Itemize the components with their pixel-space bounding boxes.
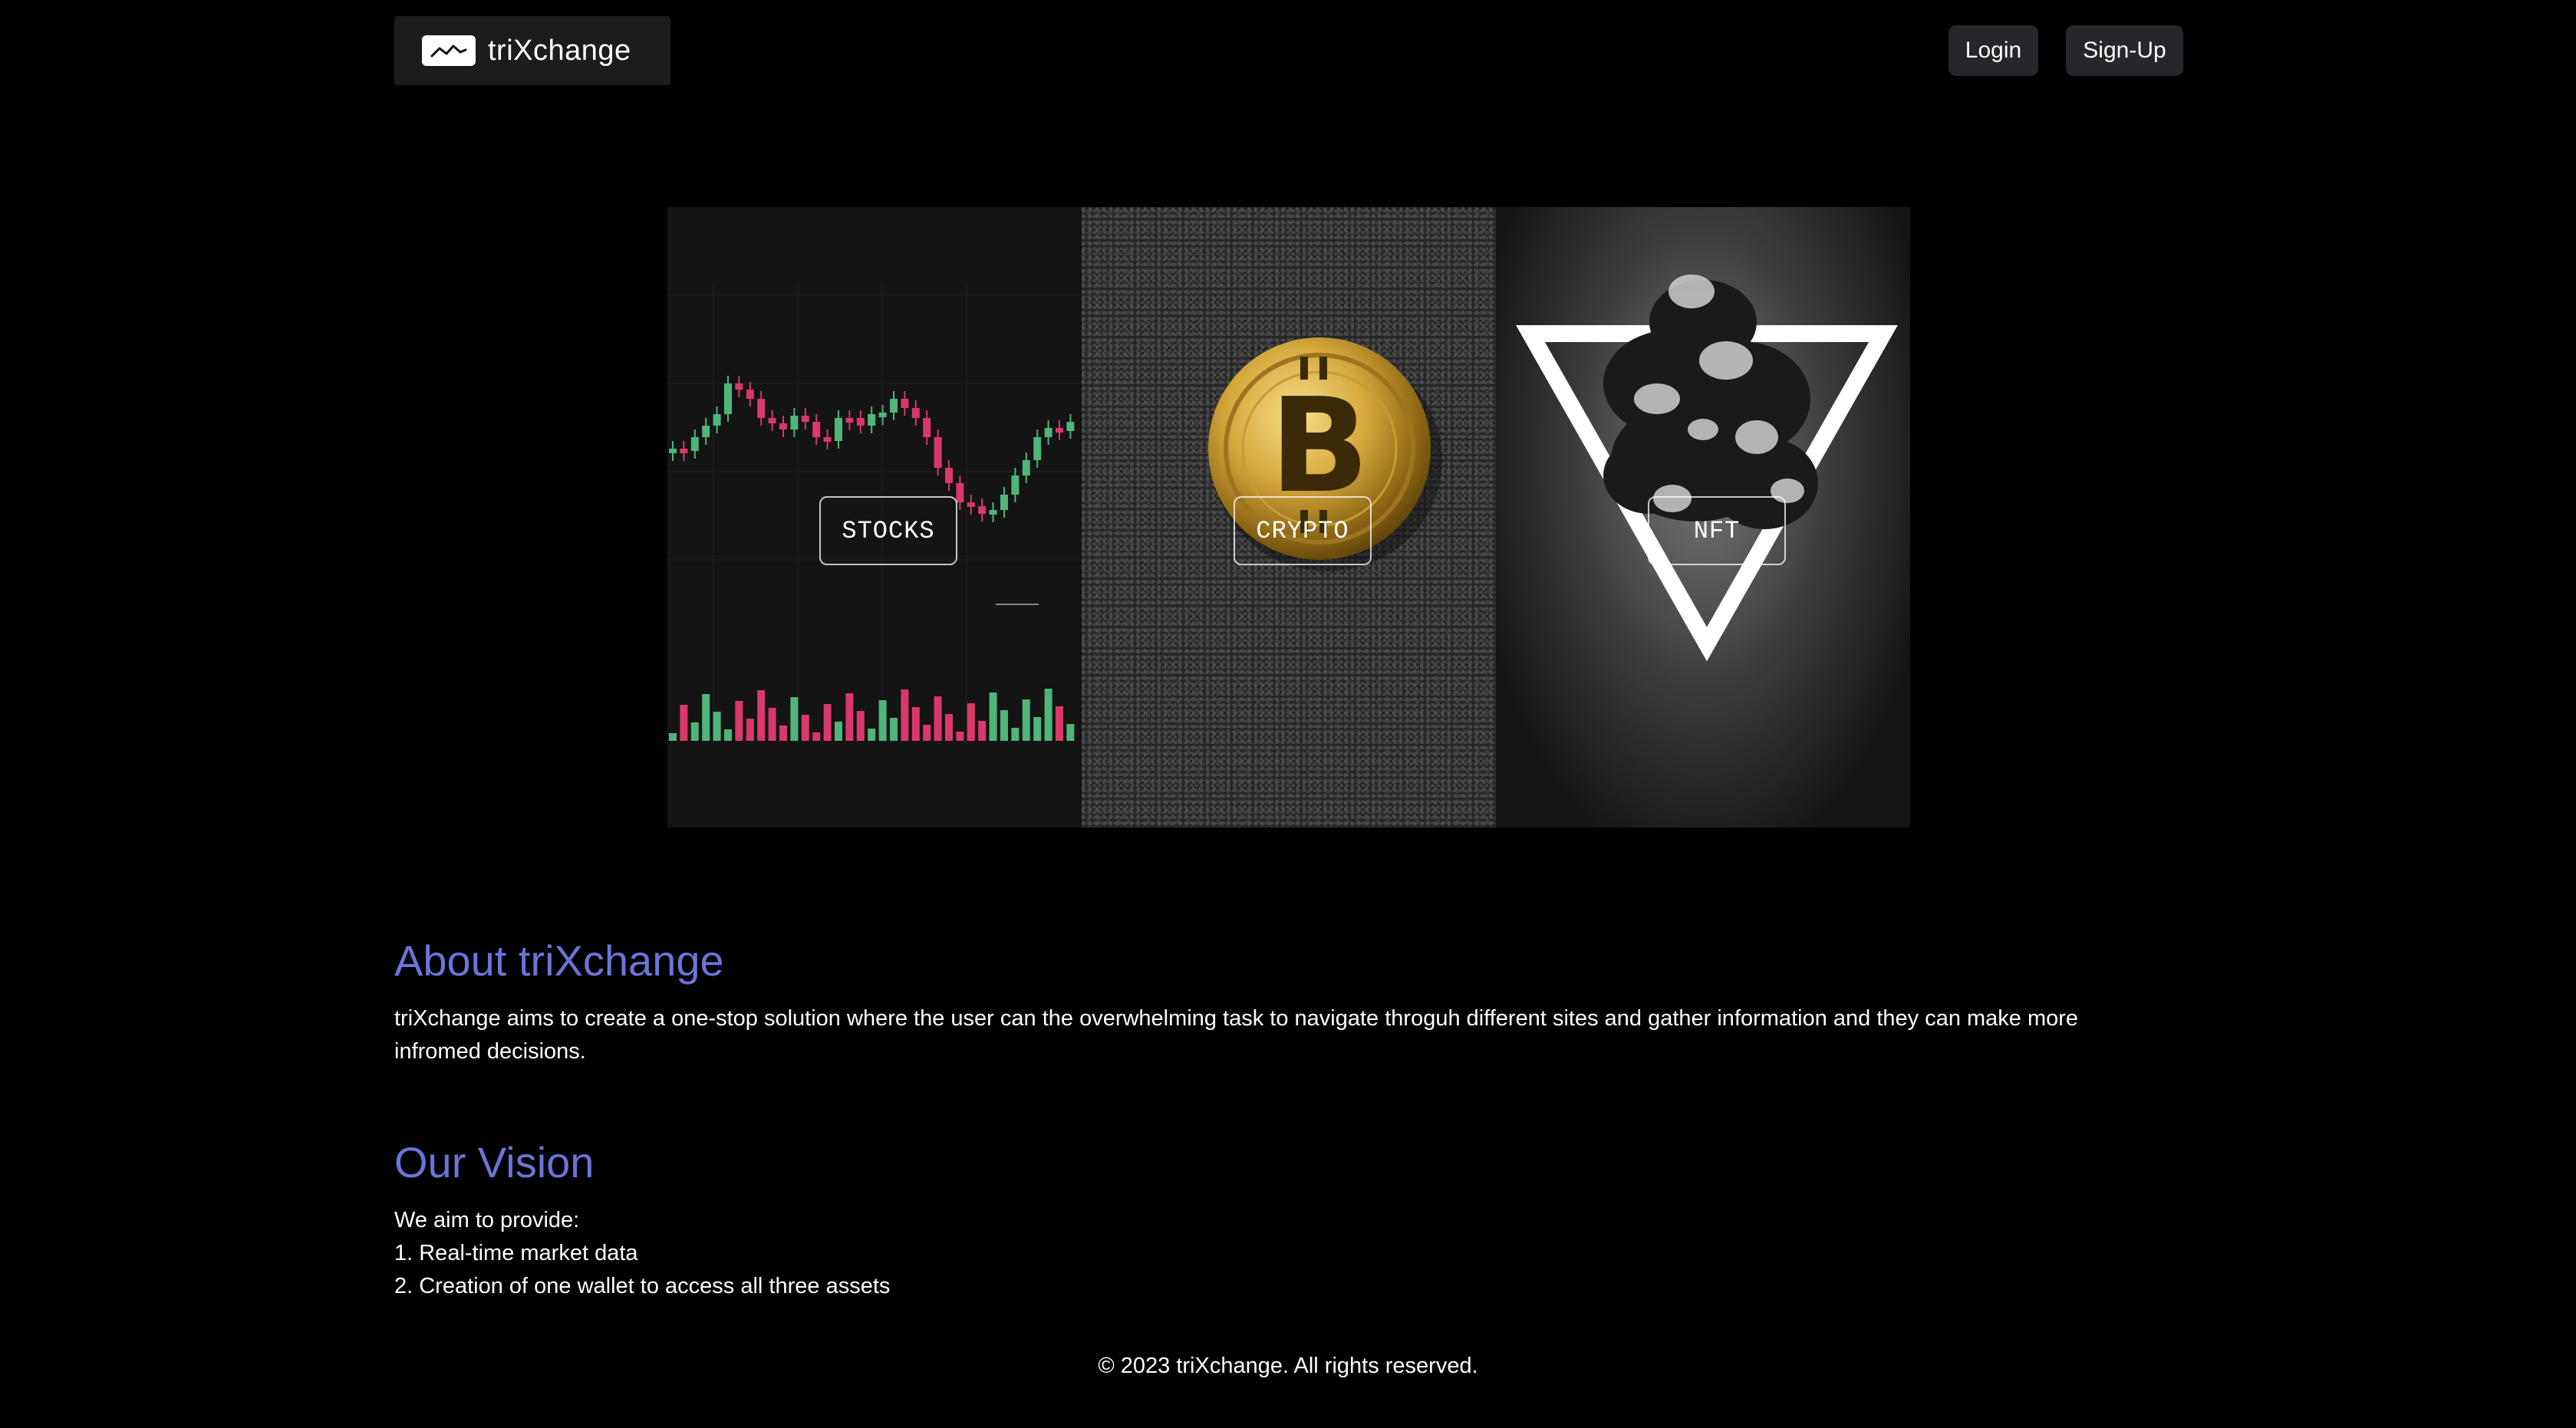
about-text: triXchange aims to create a one-stop sol… [394,1006,2079,1064]
signup-button[interactable]: Sign-Up [2066,25,2183,76]
nft-panel[interactable]: NFT [1496,207,1910,828]
brand-name: triXchange [488,34,631,67]
vision-intro: We aim to provide: [394,1208,580,1232]
navbar: triXchange Login Sign-Up [0,0,2576,100]
login-button[interactable]: Login [1948,25,2038,76]
chart-line-icon [422,35,476,66]
about-title: About triXchange [394,936,724,985]
stocks-button[interactable]: STOCKS [819,496,957,565]
stocks-panel[interactable]: STOCKS [667,207,1082,828]
crypto-panel[interactable]: B CRYPTO [1082,207,1496,828]
vision-title: Our Vision [394,1138,595,1186]
vision-item: 2. Creation of one wallet to access all … [394,1274,891,1298]
footer-copyright: © 2023 triXchange. All rights reserved. [1098,1354,1478,1378]
brand-logo-link[interactable]: triXchange [394,16,670,85]
crypto-button[interactable]: CRYPTO [1234,496,1372,565]
nft-button[interactable]: NFT [1648,496,1786,565]
vision-item: 1. Real-time market data [394,1241,638,1265]
hero-banner: STOCKS B CRYPTO NFT [667,207,1910,828]
